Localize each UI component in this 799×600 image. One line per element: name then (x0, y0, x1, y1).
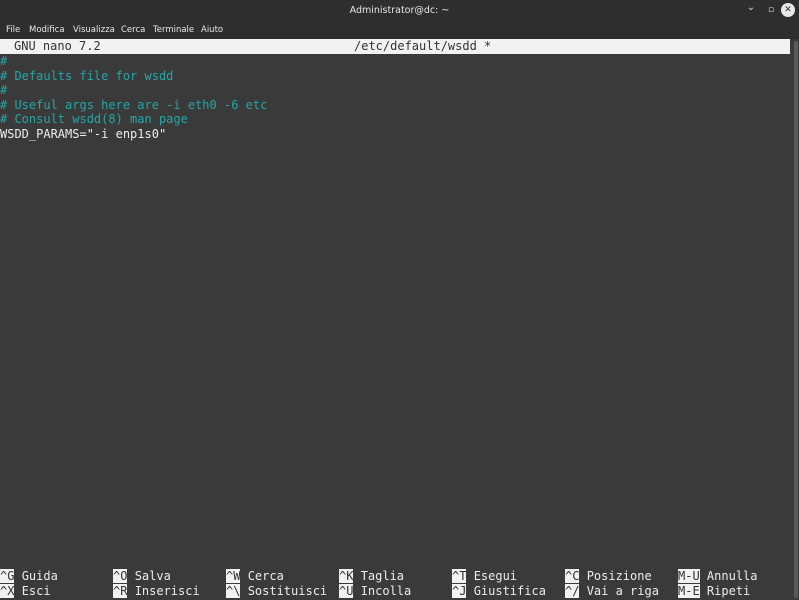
shortcut-label: Guida (21, 569, 58, 583)
shortcut-key: ^O (113, 569, 128, 583)
menu-visualizza[interactable]: Visualizza (73, 25, 115, 35)
menu-aiuto[interactable]: Aiuto (201, 25, 223, 35)
shortcut-label: Cerca (247, 569, 284, 583)
shortcut-esegui[interactable]: ^T Esegui (452, 569, 517, 584)
menu-modifica[interactable]: Modifica (29, 25, 65, 35)
shortcut-key: ^X (0, 584, 15, 598)
editor-line-5[interactable]: # Consult wsdd(8) man page (0, 112, 188, 127)
nano-filename: /etc/default/wsdd * (354, 39, 492, 53)
shortcut-label: Sostituisci (247, 584, 328, 598)
scrollbar-thumb[interactable] (794, 41, 798, 598)
shortcut-key: M-U (678, 569, 700, 583)
shortcut-label: Salva (134, 569, 171, 583)
shortcut-key: ^G (0, 569, 15, 583)
shortcut-label: Vai a riga (586, 584, 659, 598)
editor-line-3[interactable]: # (0, 83, 7, 98)
shortcut-ripeti[interactable]: M-E Ripeti (678, 584, 750, 599)
shortcut-inserisci[interactable]: ^R Inserisci (113, 584, 200, 599)
shortcut-key: ^U (339, 584, 354, 598)
maximize-icon[interactable]: ▫ (764, 3, 778, 17)
menu-bar: File Modifica Visualizza Cerca Terminale… (0, 21, 799, 39)
shortcut-key: ^R (113, 584, 128, 598)
menu-terminale[interactable]: Terminale (153, 25, 194, 35)
menu-file[interactable]: File (6, 25, 20, 35)
shortcut-label: Inserisci (134, 584, 200, 598)
shortcut-row-1: ^G Guida ^O Salva ^W Cerca ^K Taglia ^T … (0, 569, 790, 584)
shortcut-label: Annulla (706, 569, 758, 583)
editor-line-2[interactable]: # Defaults file for wsdd (0, 69, 173, 84)
shortcut-annulla[interactable]: M-U Annulla (678, 569, 758, 584)
title-bar[interactable]: Administrator@dc: ~ ⌄ ▫ ✕ (0, 0, 799, 21)
shortcut-posizione[interactable]: ^C Posizione (565, 569, 652, 584)
shortcut-incolla[interactable]: ^U Incolla (339, 584, 411, 599)
shortcut-label: Giustifica (473, 584, 546, 598)
shortcut-key: ^/ (565, 584, 580, 598)
editor-line-4[interactable]: # Useful args here are -i eth0 -6 etc (0, 98, 267, 113)
shortcut-key: ^W (226, 569, 241, 583)
shortcut-giustifica[interactable]: ^J Giustifica (452, 584, 546, 599)
shortcut-label: Ripeti (706, 584, 751, 598)
shortcut-key: ^\ (226, 584, 241, 598)
shortcut-esci[interactable]: ^X Esci (0, 584, 51, 599)
terminal-window: Administrator@dc: ~ ⌄ ▫ ✕ File Modifica … (0, 0, 799, 600)
shortcut-row-2: ^X Esci ^R Inserisci ^\ Sostituisci ^U I… (0, 584, 790, 599)
menu-cerca[interactable]: Cerca (121, 25, 145, 35)
close-icon[interactable]: ✕ (781, 3, 795, 17)
shortcut-guida[interactable]: ^G Guida (0, 569, 58, 584)
shortcut-cerca[interactable]: ^W Cerca (226, 569, 284, 584)
shortcut-label: Esegui (473, 569, 518, 583)
shortcut-key: M-E (678, 584, 700, 598)
scrollbar[interactable] (793, 39, 799, 600)
editor-line-6[interactable]: WSDD_PARAMS="-i enp1s0" (0, 127, 166, 142)
shortcut-label: Incolla (360, 584, 412, 598)
nano-header: GNU nano 7.2 /etc/default/wsdd * (0, 39, 790, 54)
minimize-icon[interactable]: ⌄ (744, 1, 758, 15)
shortcut-key: ^K (339, 569, 354, 583)
shortcut-label: Taglia (360, 569, 405, 583)
shortcut-key: ^T (452, 569, 467, 583)
shortcut-taglia[interactable]: ^K Taglia (339, 569, 404, 584)
shortcut-label: Posizione (586, 569, 652, 583)
shortcut-sostituisci[interactable]: ^\ Sostituisci (226, 584, 327, 599)
window-title: Administrator@dc: ~ (349, 5, 450, 16)
editor-line-1[interactable]: # (0, 54, 7, 69)
shortcut-label: Esci (21, 584, 51, 598)
shortcut-key: ^J (452, 584, 467, 598)
shortcut-salva[interactable]: ^O Salva (113, 569, 171, 584)
terminal-area[interactable]: GNU nano 7.2 /etc/default/wsdd * # # Def… (0, 39, 799, 600)
shortcut-vai-a-riga[interactable]: ^/ Vai a riga (565, 584, 659, 599)
nano-version: GNU nano 7.2 (14, 39, 101, 53)
shortcut-key: ^C (565, 569, 580, 583)
